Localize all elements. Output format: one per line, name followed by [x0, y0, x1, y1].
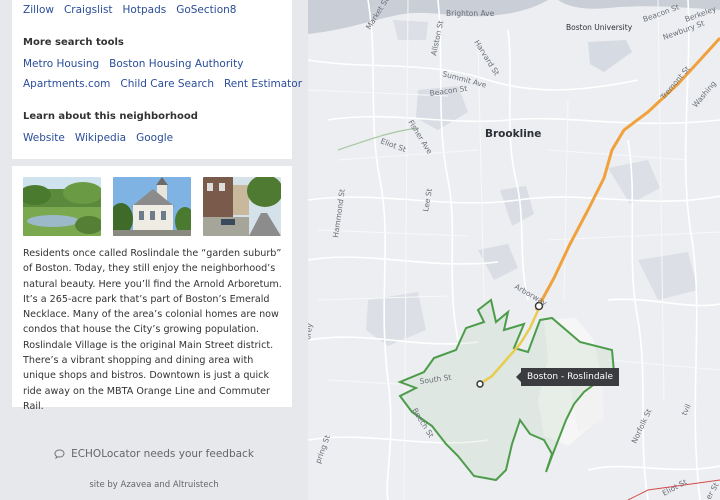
river-water-east	[558, 0, 720, 10]
rent-estimator-link[interactable]: Rent Estimator	[224, 78, 302, 90]
brookline-label: Brookline	[485, 128, 541, 140]
hotpads-link[interactable]: Hotpads	[123, 4, 167, 16]
harvard-st-label: Harvard St	[472, 38, 501, 77]
website-link[interactable]: Website	[23, 132, 65, 144]
arboretum-photo[interactable]	[23, 177, 101, 236]
wikipedia-link[interactable]: Wikipedia	[75, 132, 126, 144]
sidebar: Zillow Craigslist Hotpads GoSection8 Mor…	[0, 0, 308, 500]
washington-label: Washing	[691, 79, 718, 109]
norfolk-st-label: Norfolk St	[630, 407, 654, 444]
eliot-st-se-label: Eliot St	[661, 477, 689, 497]
newbury-st-label: Newbury St	[662, 19, 706, 42]
er-st-label: er St	[704, 481, 720, 500]
feedback-link[interactable]: ECHOLocator needs your feedback	[0, 448, 308, 460]
child-care-search-link[interactable]: Child Care Search	[120, 78, 214, 90]
map-view[interactable]: Brookline Boston University Brighton Ave…	[308, 0, 720, 500]
housing-links-card: Zillow Craigslist Hotpads GoSection8 Mor…	[12, 0, 302, 159]
listing-links: Zillow Craigslist Hotpads GoSection8	[23, 4, 246, 16]
corey-label: orey	[308, 322, 314, 340]
more-search-tools-heading: More search tools	[23, 37, 124, 48]
metro-housing-link[interactable]: Metro Housing	[23, 58, 99, 70]
feedback-label: ECHOLocator needs your feedback	[71, 448, 254, 460]
craigslist-link[interactable]: Craigslist	[64, 4, 113, 16]
boston-housing-authority-link[interactable]: Boston Housing Authority	[109, 58, 243, 70]
park-area	[500, 186, 534, 226]
church-photo[interactable]	[113, 177, 191, 236]
google-link[interactable]: Google	[136, 132, 173, 144]
zillow-link[interactable]: Zillow	[23, 4, 54, 16]
roslindale-station[interactable]	[476, 380, 484, 388]
neighborhood-tooltip: Boston - Roslindale	[515, 368, 620, 386]
more-tools-row-2: Apartments.com Child Care Search Rent Es…	[23, 78, 312, 90]
learn-neighborhood-heading: Learn about this neighborhood	[23, 111, 198, 122]
park-area	[638, 252, 698, 300]
allston-st-label: Allston St	[429, 20, 445, 57]
park-area	[393, 20, 428, 40]
speech-bubble-icon	[54, 449, 65, 459]
tvil-label: tvil	[680, 403, 693, 417]
brighton-ave-label: Brighton Ave	[446, 9, 495, 18]
eliot-st-label: Eliot St	[379, 136, 407, 154]
neighborhood-description-card: Residents once called Roslindale the “ga…	[12, 166, 292, 412]
lee-st-label: Lee St	[421, 188, 434, 213]
river-water	[308, 0, 548, 34]
gosection8-link[interactable]: GoSection8	[176, 4, 236, 16]
more-tools-row-1: Metro Housing Boston Housing Authority	[23, 58, 253, 70]
boston-university-label: Boston University	[566, 23, 633, 32]
site-credit: site by Azavea and Altruistech	[89, 480, 219, 490]
learn-links: Website Wikipedia Google	[23, 132, 183, 144]
street-photo[interactable]	[203, 177, 281, 236]
park-area	[608, 160, 660, 204]
map-canvas[interactable]: Brookline Boston University Brighton Ave…	[308, 0, 720, 500]
photo-strip	[23, 177, 281, 236]
apartments-com-link[interactable]: Apartments.com	[23, 78, 110, 90]
neighborhood-description: Residents once called Roslindale the “ga…	[23, 248, 282, 412]
park-area	[588, 40, 632, 72]
